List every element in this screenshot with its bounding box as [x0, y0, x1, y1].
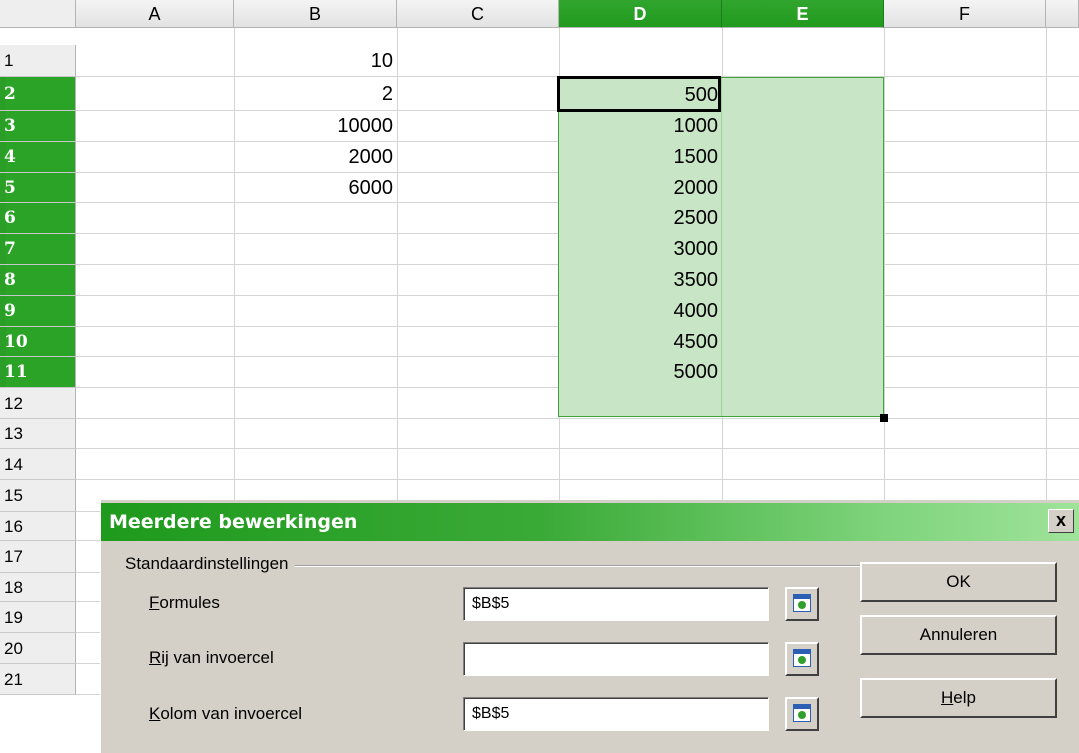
shrink-icon — [793, 649, 811, 667]
cell-d5[interactable]: 2000 — [559, 173, 722, 203]
row-header-11[interactable]: 11 — [0, 357, 76, 388]
cancel-button[interactable]: Annuleren — [860, 615, 1057, 655]
cell-d7[interactable]: 3000 — [559, 234, 722, 265]
grid-line — [76, 479, 1079, 480]
cell-d4[interactable]: 1500 — [559, 142, 722, 173]
shrink-icon — [793, 704, 811, 722]
kolom-shrink-button[interactable] — [785, 697, 819, 731]
row-header-17[interactable]: 17 — [0, 541, 76, 573]
close-button[interactable]: x — [1048, 509, 1074, 533]
rij-shrink-button[interactable] — [785, 642, 819, 676]
row-header-7[interactable]: 7 — [0, 234, 76, 265]
cell-b3[interactable]: 10000 — [234, 111, 397, 142]
multiple-operations-dialog: Meerdere bewerkingen x Standaardinstelli… — [100, 500, 1079, 753]
cell-d3[interactable]: 1000 — [559, 111, 722, 142]
help-label-text: elp — [953, 688, 976, 707]
ok-button[interactable]: OK — [860, 562, 1057, 602]
close-icon: x — [1055, 510, 1066, 530]
row-header-4[interactable]: 4 — [0, 142, 76, 173]
row-header-15[interactable]: 15 — [0, 480, 76, 512]
rij-invoercel-input[interactable] — [463, 642, 769, 676]
dialog-title-bar[interactable]: Meerdere bewerkingen x — [101, 503, 1079, 541]
cell-b2[interactable]: 2 — [234, 77, 397, 111]
grid-line — [76, 418, 1079, 419]
column-header-a[interactable]: A — [76, 0, 234, 28]
row-header-9[interactable]: 9 — [0, 296, 76, 327]
rij-label-text: ij van invoercel — [161, 648, 274, 667]
help-button[interactable]: Help — [860, 678, 1057, 718]
cell-d10[interactable]: 4500 — [559, 327, 722, 357]
row-header-5[interactable]: 5 — [0, 173, 76, 203]
row-header-21[interactable]: 21 — [0, 664, 76, 695]
cell-d6[interactable]: 2500 — [559, 203, 722, 234]
row-header-13[interactable]: 13 — [0, 419, 76, 449]
row-header-10[interactable]: 10 — [0, 327, 76, 357]
row-header-2[interactable]: 2 — [0, 77, 76, 111]
row-header-18[interactable]: 18 — [0, 573, 76, 602]
shrink-icon — [793, 594, 811, 612]
rij-mnemonic: R — [149, 648, 162, 667]
column-header-g[interactable] — [1046, 0, 1079, 28]
column-header-c[interactable]: C — [397, 0, 559, 28]
formules-input[interactable]: $B$5 — [463, 587, 769, 621]
row-header-6[interactable]: 6 — [0, 203, 76, 234]
kolom-invoercel-input[interactable]: $B$5 — [463, 697, 769, 731]
formules-label-text: ormules — [159, 593, 220, 612]
cell-b4[interactable]: 2000 — [234, 142, 397, 173]
row-header-1[interactable]: 1 — [0, 45, 76, 77]
kolom-invoercel-label: Kolom van invoercel — [149, 704, 302, 724]
dialog-title: Meerdere bewerkingen — [109, 511, 358, 533]
cell-d2[interactable]: 500 — [559, 79, 722, 111]
select-all-corner[interactable] — [0, 0, 76, 28]
row-header-16[interactable]: 16 — [0, 512, 76, 541]
row-header-19[interactable]: 19 — [0, 602, 76, 633]
cell-d9[interactable]: 4000 — [559, 296, 722, 327]
kolom-mnemonic: K — [149, 704, 161, 723]
row-header-12[interactable]: 12 — [0, 388, 76, 419]
cell-d8[interactable]: 3500 — [559, 265, 722, 296]
help-mnemonic: H — [941, 688, 954, 707]
kolom-label-text: olom van invoercel — [160, 704, 303, 723]
rij-invoercel-label: Rij van invoercel — [149, 648, 274, 668]
cell-b5[interactable]: 6000 — [234, 173, 397, 203]
column-header-d[interactable]: D — [559, 0, 722, 28]
autofill-handle[interactable] — [880, 414, 888, 422]
row-header-20[interactable]: 20 — [0, 633, 76, 664]
column-header-b[interactable]: B — [234, 0, 397, 28]
formules-label: Formules — [149, 593, 220, 613]
formules-mnemonic: F — [149, 593, 160, 612]
grid-line — [76, 448, 1079, 449]
row-header-14[interactable]: 14 — [0, 449, 76, 480]
group-label: Standaardinstellingen — [125, 554, 295, 574]
row-header-3[interactable]: 3 — [0, 111, 76, 142]
column-header-e[interactable]: E — [722, 0, 884, 28]
cell-b1[interactable]: 10 — [234, 45, 397, 77]
row-header-8[interactable]: 8 — [0, 265, 76, 296]
cell-d11[interactable]: 5000 — [559, 357, 722, 388]
column-header-f[interactable]: F — [884, 0, 1046, 28]
formules-shrink-button[interactable] — [785, 587, 819, 621]
